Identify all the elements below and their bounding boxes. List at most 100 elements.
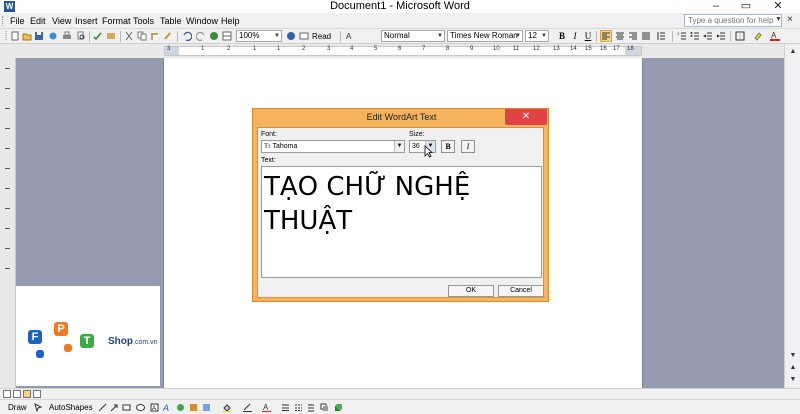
line-style-icon[interactable] xyxy=(281,403,290,412)
font-size-select[interactable]: 12 ▼ xyxy=(525,30,549,42)
menu-format[interactable]: Format xyxy=(102,15,131,27)
menu-edit[interactable]: Edit xyxy=(30,15,46,27)
tables-borders-icon[interactable] xyxy=(222,31,232,41)
justify-icon[interactable] xyxy=(641,31,651,41)
line-color-icon[interactable] xyxy=(243,403,252,412)
line-spacing-icon[interactable] xyxy=(656,31,666,41)
bullets-icon[interactable] xyxy=(690,31,700,41)
print-icon[interactable] xyxy=(62,31,72,41)
align-center-icon[interactable] xyxy=(615,31,625,41)
open-folder-icon[interactable] xyxy=(22,31,32,41)
menu-file[interactable]: File xyxy=(10,15,25,27)
ok-button[interactable]: OK xyxy=(448,285,494,297)
menu-window[interactable]: Window xyxy=(186,15,218,27)
cut-icon[interactable] xyxy=(124,31,134,41)
style-select[interactable]: Normal ▼ xyxy=(381,30,445,42)
text-box-icon[interactable]: A xyxy=(150,403,159,412)
font-select[interactable]: Times New Roman ▼ xyxy=(447,30,523,42)
vertical-scrollbar[interactable]: ▲ ▼ ▲ ▼ xyxy=(784,44,800,388)
oval-icon[interactable] xyxy=(136,403,145,412)
numbering-icon[interactable]: 1 xyxy=(677,31,687,41)
horizontal-ruler[interactable]: 3 1 2 1 1 2 3 4 5 6 7 8 9 10 11 12 13 14… xyxy=(164,46,642,56)
vertical-ruler[interactable] xyxy=(0,58,16,388)
zoom-select[interactable]: 100% ▼ xyxy=(236,30,282,42)
ruler-number: 4 xyxy=(350,46,354,52)
clip-art-icon[interactable] xyxy=(189,403,198,412)
wordart-bold-button[interactable]: B xyxy=(441,140,455,153)
document-close-button[interactable]: × xyxy=(787,14,793,25)
outline-view-button[interactable] xyxy=(33,390,41,398)
highlight-icon[interactable] xyxy=(753,31,763,41)
select-objects-icon[interactable] xyxy=(34,403,43,412)
shadow-style-icon[interactable] xyxy=(320,403,329,412)
align-right-icon[interactable] xyxy=(628,31,638,41)
font-color-icon[interactable]: A xyxy=(262,403,271,412)
paste-icon[interactable] xyxy=(150,31,160,41)
redo-icon[interactable] xyxy=(196,31,206,41)
menu-insert[interactable]: Insert xyxy=(75,15,98,27)
bold-button[interactable]: B xyxy=(556,30,568,42)
menu-table[interactable]: Table xyxy=(160,15,182,27)
arrow-icon[interactable] xyxy=(110,403,119,412)
ruler-number: 13 xyxy=(553,46,560,52)
3d-style-icon[interactable] xyxy=(334,403,343,412)
research-icon[interactable] xyxy=(106,31,116,41)
wordart-text-input[interactable]: TẠO CHỮ NGHỆ THUẬT xyxy=(261,166,542,278)
new-document-icon[interactable] xyxy=(10,31,20,41)
align-left-icon[interactable] xyxy=(600,30,612,42)
font-color-icon[interactable]: A xyxy=(770,31,780,41)
next-page-icon[interactable]: ▼ xyxy=(787,374,799,386)
menu-help[interactable]: Help xyxy=(221,15,240,27)
italic-button[interactable]: I xyxy=(569,30,581,42)
minimize-button[interactable]: – xyxy=(704,0,728,13)
diagram-icon[interactable] xyxy=(176,403,185,412)
arrow-style-icon[interactable] xyxy=(307,403,316,412)
previous-page-icon[interactable]: ▲ xyxy=(787,362,799,374)
increase-indent-icon[interactable] xyxy=(716,31,726,41)
chevron-down-icon[interactable]: ▼ xyxy=(394,141,404,152)
undo-icon[interactable] xyxy=(182,31,192,41)
wordart-italic-button[interactable]: I xyxy=(461,140,475,153)
decrease-indent-icon[interactable] xyxy=(703,31,713,41)
font-size-value: 12 xyxy=(528,31,537,40)
autoshapes-menu[interactable]: AutoShapes xyxy=(49,402,93,413)
draw-menu[interactable]: Draw xyxy=(8,402,27,413)
close-button[interactable]: ✕ xyxy=(766,0,790,13)
hyperlink-icon[interactable] xyxy=(209,31,219,41)
styles-formatting-icon[interactable]: A xyxy=(345,31,355,41)
ruler-number: 1 xyxy=(253,46,257,52)
format-painter-icon[interactable] xyxy=(163,31,173,41)
permission-icon[interactable] xyxy=(48,31,58,41)
read-button-label[interactable]: Read xyxy=(312,31,331,42)
insert-picture-icon[interactable] xyxy=(202,403,211,412)
maximize-button[interactable]: ▭ xyxy=(734,0,758,13)
read-icon[interactable] xyxy=(299,31,309,41)
toolbar-grip[interactable] xyxy=(2,16,5,26)
dialog-close-button[interactable]: ✕ xyxy=(505,109,547,125)
normal-view-button[interactable] xyxy=(3,390,11,398)
copy-icon[interactable] xyxy=(137,31,147,41)
chevron-down-icon[interactable]: ▼ xyxy=(775,16,782,23)
scroll-up-icon[interactable]: ▲ xyxy=(787,46,799,58)
web-layout-button[interactable] xyxy=(13,390,21,398)
print-preview-icon[interactable] xyxy=(76,31,86,41)
cancel-button[interactable]: Cancel xyxy=(498,285,544,297)
wordart-font-select[interactable]: Ŧr Tahoma ▼ xyxy=(261,140,405,153)
fill-color-icon[interactable] xyxy=(222,403,231,412)
print-layout-button[interactable] xyxy=(23,390,31,398)
dash-style-icon[interactable] xyxy=(294,403,303,412)
logo-square xyxy=(36,350,44,358)
help-search-input[interactable]: Type a question for help xyxy=(684,14,782,27)
help-icon[interactable] xyxy=(286,31,296,41)
rectangle-icon[interactable] xyxy=(122,403,131,412)
menu-view[interactable]: View xyxy=(52,15,71,27)
scroll-down-icon[interactable]: ▼ xyxy=(787,350,799,362)
underline-button[interactable]: U xyxy=(582,30,594,42)
insert-wordart-icon[interactable]: A xyxy=(163,403,172,412)
spelling-icon[interactable] xyxy=(93,31,103,41)
svg-text:A: A xyxy=(152,406,156,412)
line-icon[interactable] xyxy=(98,403,107,412)
menu-tools[interactable]: Tools xyxy=(133,15,154,27)
outside-border-icon[interactable] xyxy=(735,31,745,41)
save-icon[interactable] xyxy=(34,31,44,41)
